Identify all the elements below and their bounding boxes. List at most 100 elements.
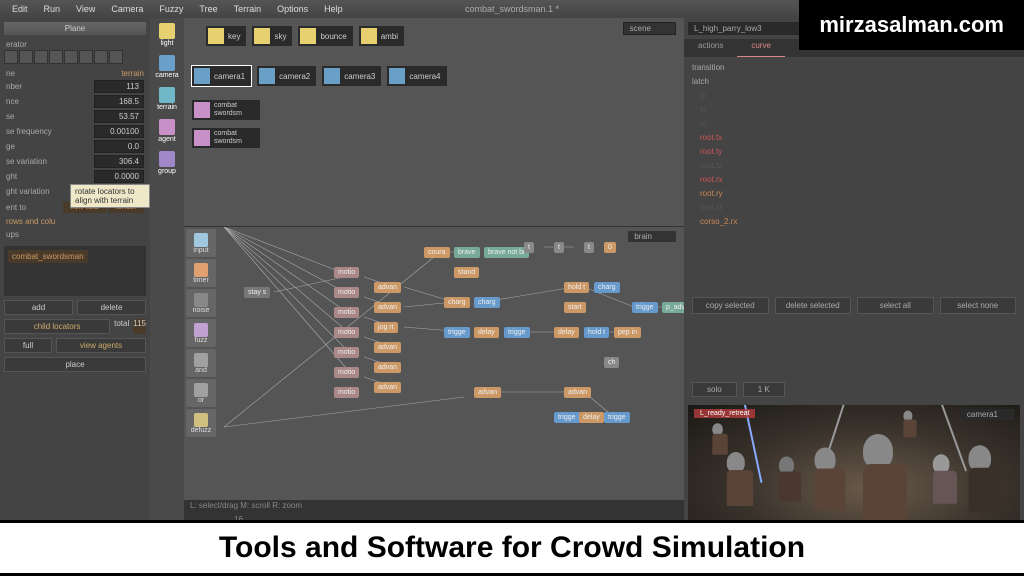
select-all-button[interactable]: select all bbox=[857, 297, 934, 314]
brain-node[interactable]: charg bbox=[594, 282, 620, 293]
menu-fuzzy[interactable]: Fuzzy bbox=[151, 4, 191, 14]
scene-graph[interactable]: scene key sky bounce ambi camera1 camera… bbox=[184, 18, 684, 226]
menu-options[interactable]: Options bbox=[269, 4, 316, 14]
delete-selected-button[interactable]: delete selected bbox=[775, 297, 852, 314]
brain-node[interactable]: motio bbox=[334, 367, 359, 378]
brain-node[interactable]: jog rt bbox=[374, 322, 398, 333]
palette-terrain[interactable]: terrain bbox=[152, 84, 182, 114]
brain-node[interactable]: hold t bbox=[584, 327, 609, 338]
3d-viewport[interactable]: L_ready_retreat camera1 bbox=[688, 405, 1020, 524]
tool-icon[interactable] bbox=[64, 50, 78, 64]
menu-tree[interactable]: Tree bbox=[191, 4, 225, 14]
brain-node[interactable]: 0 bbox=[604, 242, 616, 253]
brain-node[interactable]: advan bbox=[374, 302, 401, 313]
prop-value[interactable]: 168.5 bbox=[94, 95, 144, 108]
prop-value[interactable]: 0.0 bbox=[94, 140, 144, 153]
brain-node[interactable]: trigge bbox=[504, 327, 530, 338]
scene-node-camera[interactable]: camera2 bbox=[257, 66, 316, 86]
add-button[interactable]: add bbox=[4, 300, 73, 315]
brain-node[interactable]: advan bbox=[374, 362, 401, 373]
brain-node[interactable]: advan bbox=[374, 382, 401, 393]
prop-value[interactable]: 113 bbox=[94, 80, 144, 93]
brain-node[interactable]: delay bbox=[474, 327, 499, 338]
scene-node-light[interactable]: bounce bbox=[298, 26, 352, 46]
scene-node-agent[interactable]: combat swordsm bbox=[192, 100, 260, 120]
brain-node[interactable]: trigge bbox=[604, 412, 630, 423]
select-none-button[interactable]: select none bbox=[940, 297, 1017, 314]
menu-run[interactable]: Run bbox=[36, 4, 69, 14]
brain-node[interactable]: pep in bbox=[614, 327, 641, 338]
curve-list-item[interactable]: root.ty bbox=[692, 145, 1016, 159]
brain-node[interactable]: motio bbox=[334, 347, 359, 358]
prop-value[interactable]: 53.57 bbox=[94, 110, 144, 123]
prop-value[interactable]: 306.4 bbox=[94, 155, 144, 168]
brain-node[interactable]: advan bbox=[564, 387, 591, 398]
scene-node-agent[interactable]: combat swordsm bbox=[192, 128, 260, 148]
prop-link[interactable]: terrain bbox=[121, 69, 144, 78]
scene-node-light[interactable]: key bbox=[206, 26, 246, 46]
palette-group[interactable]: group bbox=[152, 148, 182, 178]
viewport-camera-dropdown[interactable]: camera1 bbox=[961, 409, 1014, 420]
tool-icon[interactable] bbox=[109, 50, 123, 64]
view-agents-button[interactable]: view agents bbox=[56, 338, 146, 353]
scene-node-light[interactable]: ambi bbox=[359, 26, 404, 46]
full-dropdown[interactable]: full bbox=[4, 338, 52, 353]
brain-node[interactable]: advan bbox=[374, 342, 401, 353]
delete-button[interactable]: delete bbox=[77, 300, 146, 315]
curve-list-item[interactable]: tz bbox=[692, 117, 1016, 131]
menu-help[interactable]: Help bbox=[316, 4, 351, 14]
brain-node[interactable]: brave not br bbox=[484, 247, 529, 258]
copy-selected-button[interactable]: copy selected bbox=[692, 297, 769, 314]
curve-list-item[interactable]: root.tz bbox=[692, 159, 1016, 173]
brain-node[interactable]: p_adv bbox=[662, 302, 684, 313]
brain-node[interactable]: delay bbox=[579, 412, 604, 423]
menu-camera[interactable]: Camera bbox=[103, 4, 151, 14]
palette-light[interactable]: light bbox=[152, 20, 182, 50]
curve-list-item[interactable]: transition bbox=[692, 61, 1016, 75]
brain-node[interactable]: start bbox=[564, 302, 586, 313]
brain-node[interactable]: motio bbox=[334, 327, 359, 338]
brain-node[interactable]: motio bbox=[334, 287, 359, 298]
brain-node[interactable]: t bbox=[524, 242, 534, 253]
solo-button[interactable]: solo bbox=[692, 382, 737, 397]
curve-list-item[interactable]: root.rz bbox=[692, 201, 1016, 215]
brain-node[interactable]: t bbox=[584, 242, 594, 253]
palette-camera[interactable]: camera bbox=[152, 52, 182, 82]
brain-node[interactable]: advan bbox=[474, 387, 501, 398]
curve-list-item[interactable]: root.tx bbox=[692, 131, 1016, 145]
child-locators-button[interactable]: child locators bbox=[4, 319, 110, 334]
palette-agent[interactable]: agent bbox=[152, 116, 182, 146]
ik-button[interactable]: 1 K bbox=[743, 382, 785, 397]
curve-list-item[interactable]: corso_2.rx bbox=[692, 215, 1016, 229]
curve-list-item[interactable]: ty bbox=[692, 103, 1016, 117]
brain-node[interactable]: stay s bbox=[244, 287, 270, 298]
brain-node[interactable]: delay bbox=[554, 327, 579, 338]
tool-icon[interactable] bbox=[94, 50, 108, 64]
tab-curve[interactable]: curve bbox=[737, 39, 785, 57]
brain-node[interactable]: brave bbox=[454, 247, 480, 258]
brain-node[interactable]: advan bbox=[374, 282, 401, 293]
brain-node[interactable]: coura bbox=[424, 247, 450, 258]
brain-node[interactable]: trigge bbox=[554, 412, 580, 423]
prop-value[interactable]: 0.00100 bbox=[94, 125, 144, 138]
place-button[interactable]: place bbox=[4, 357, 146, 372]
brain-node[interactable]: stand bbox=[454, 267, 479, 278]
curve-list-item[interactable]: tx bbox=[692, 89, 1016, 103]
brain-node[interactable]: hold t bbox=[564, 282, 589, 293]
scene-node-light[interactable]: sky bbox=[252, 26, 292, 46]
tab-actions[interactable]: actions bbox=[684, 39, 737, 57]
tool-icon[interactable] bbox=[79, 50, 93, 64]
brain-node[interactable]: motio bbox=[334, 267, 359, 278]
brain-node[interactable]: charg bbox=[444, 297, 470, 308]
brain-node[interactable]: charg bbox=[474, 297, 500, 308]
tool-icon[interactable] bbox=[34, 50, 48, 64]
curve-list-item[interactable]: root.rx bbox=[692, 173, 1016, 187]
tool-icon[interactable] bbox=[49, 50, 63, 64]
prop-value[interactable]: 0.0000 bbox=[94, 170, 144, 183]
curve-list-item[interactable]: latch bbox=[692, 75, 1016, 89]
brain-node[interactable]: trigge bbox=[632, 302, 658, 313]
brain-node[interactable]: t bbox=[554, 242, 564, 253]
menu-edit[interactable]: Edit bbox=[4, 4, 36, 14]
menu-terrain[interactable]: Terrain bbox=[226, 4, 270, 14]
scene-node-camera[interactable]: camera1 bbox=[192, 66, 251, 86]
